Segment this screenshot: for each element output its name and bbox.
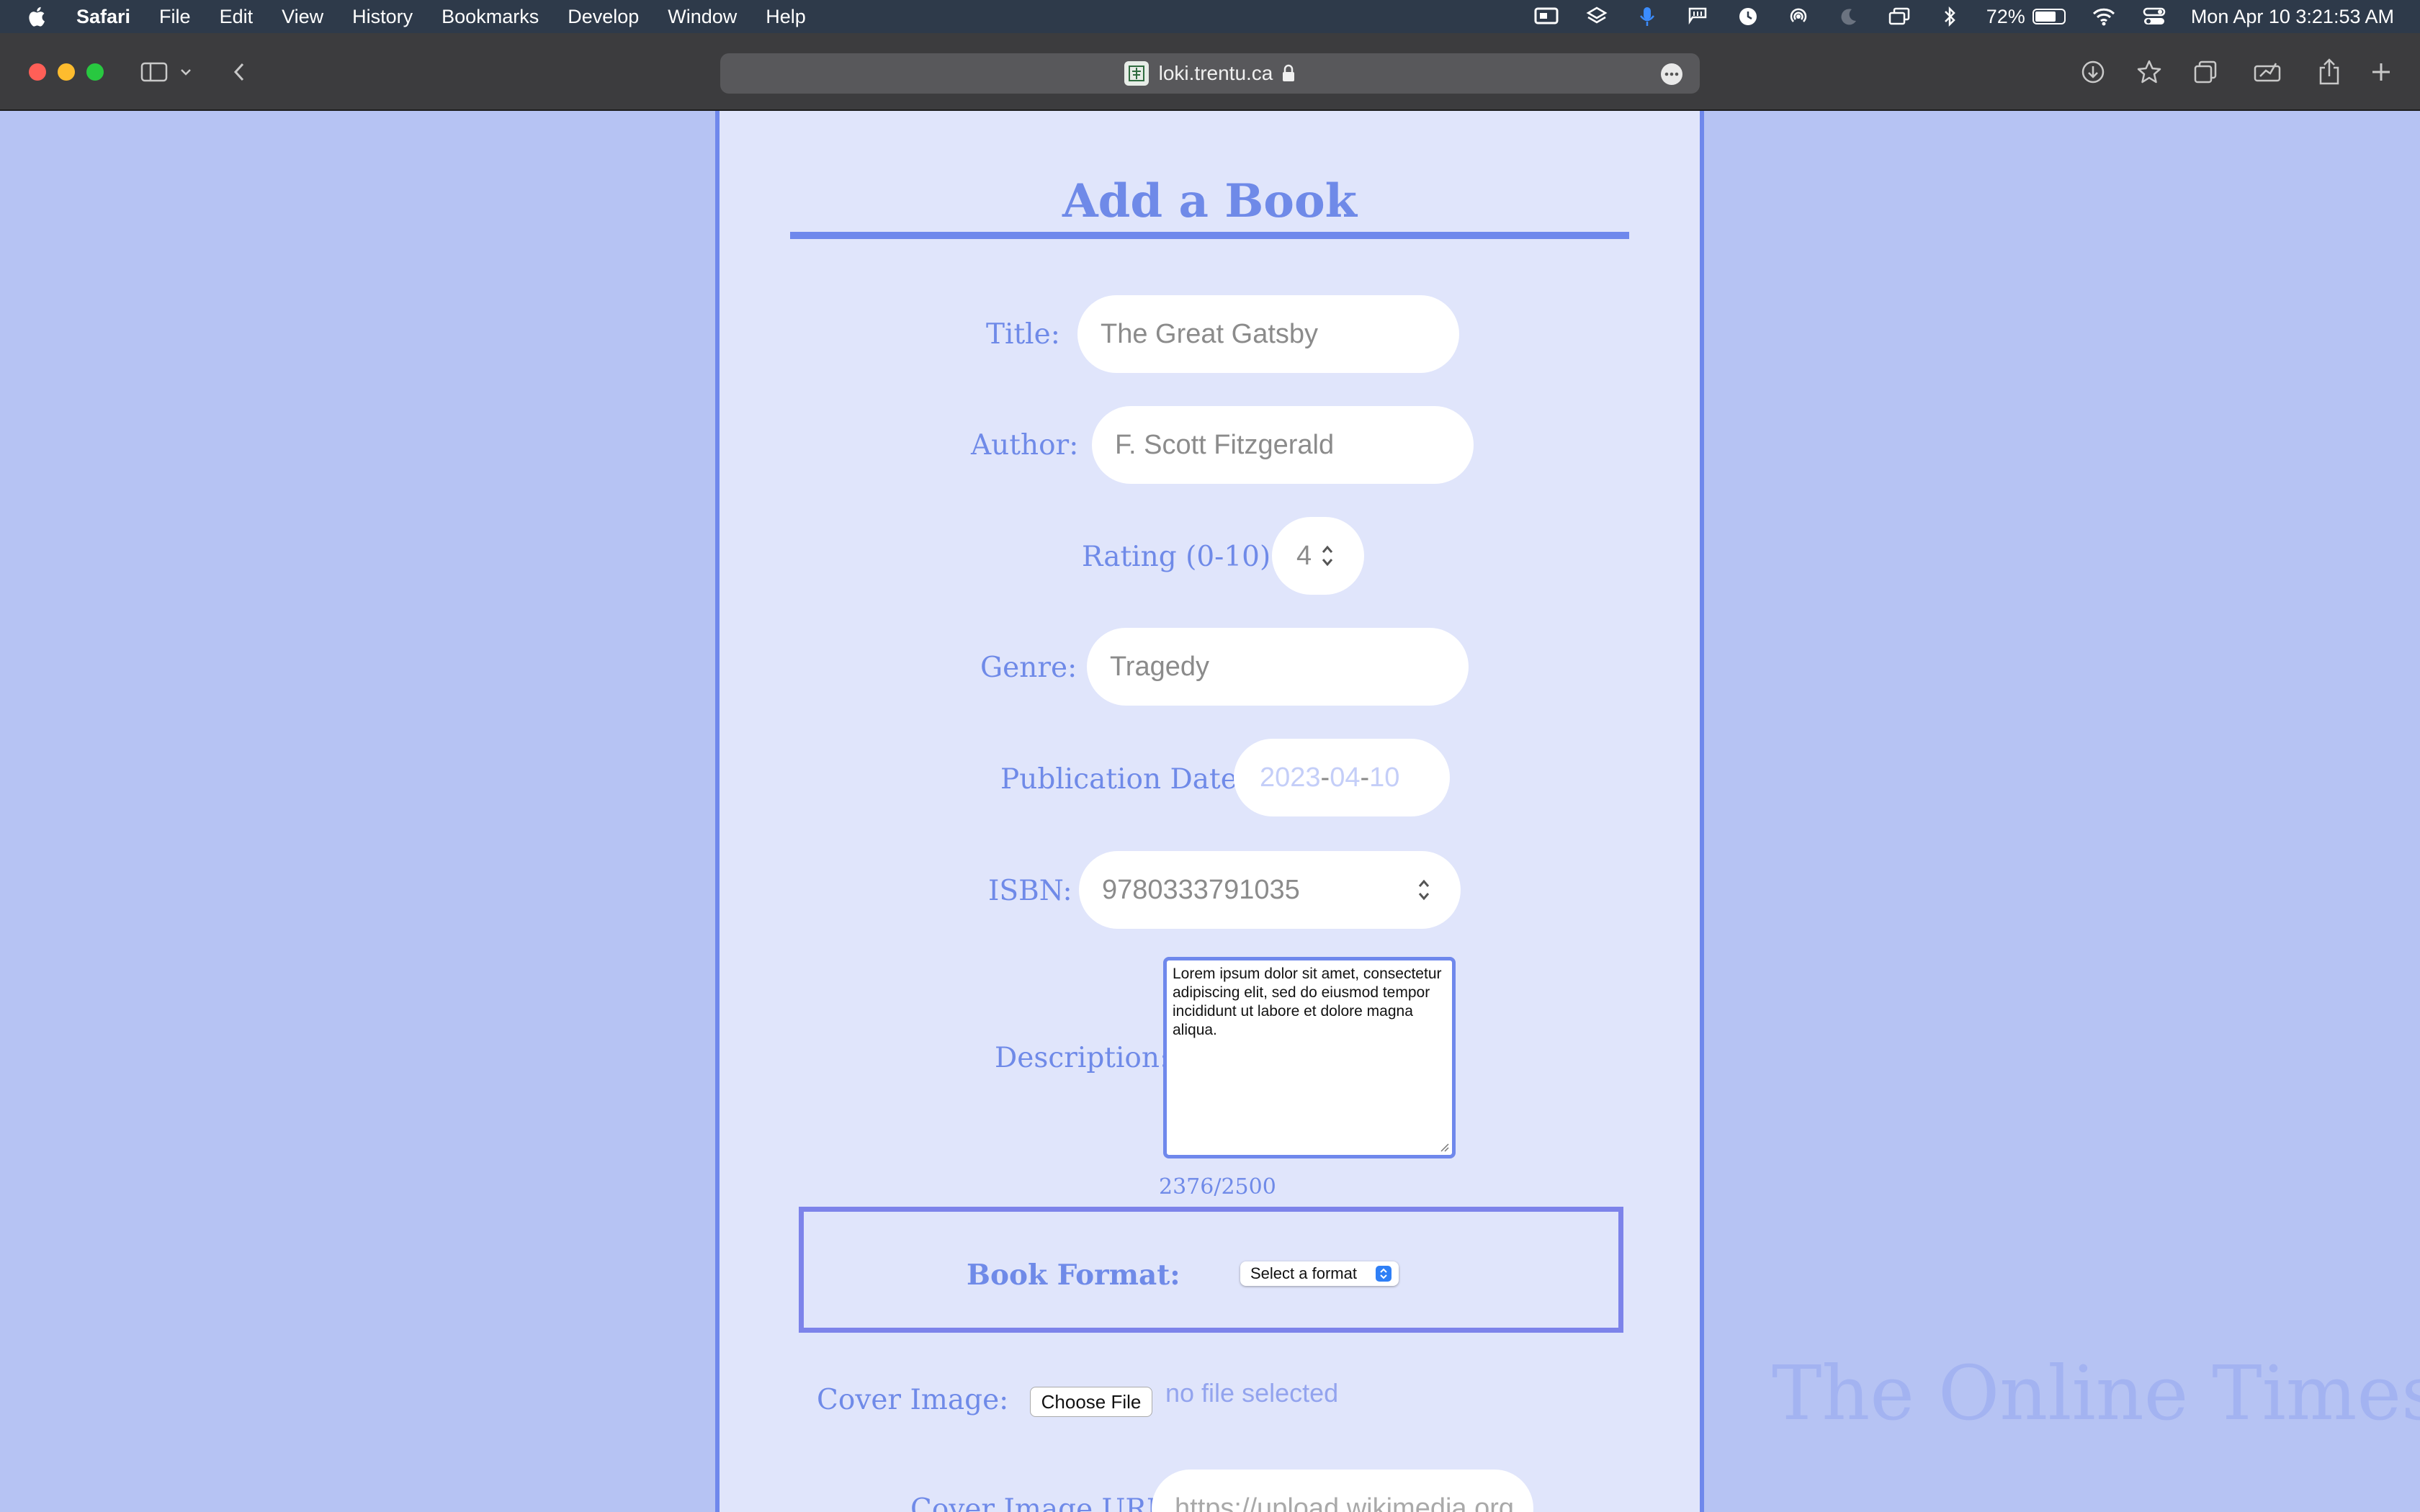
page-content: Add a Book Title: The Great Gatsby Autho… bbox=[0, 111, 2420, 1512]
apple-icon[interactable] bbox=[27, 5, 49, 28]
date-separator: - bbox=[1360, 762, 1370, 793]
new-tab-icon[interactable] bbox=[2365, 56, 2397, 88]
rating-input-value: 4 bbox=[1296, 540, 1312, 571]
star-icon[interactable] bbox=[2133, 56, 2165, 88]
book-format-section bbox=[799, 1207, 1623, 1333]
form-panel: Add a Book Title: The Great Gatsby Autho… bbox=[715, 111, 1704, 1512]
isbn-input-value: 9780333791035 bbox=[1102, 874, 1300, 905]
menu-file[interactable]: File bbox=[159, 6, 191, 28]
chevron-down-icon[interactable] bbox=[177, 56, 194, 88]
page-title: Add a Book bbox=[1062, 174, 1357, 228]
rating-label: Rating (0-10): bbox=[1082, 541, 1281, 573]
sidebar-icon[interactable] bbox=[138, 56, 170, 88]
menu-clock[interactable]: Mon Apr 10 3:21:53 AM bbox=[2191, 6, 2394, 28]
layers-icon[interactable] bbox=[1585, 6, 1609, 27]
cover-image-label: Cover Image: bbox=[817, 1384, 1009, 1416]
reader-icon[interactable] bbox=[2251, 56, 2283, 88]
rating-stepper-icon[interactable] bbox=[1319, 541, 1335, 570]
cover-image-url-input[interactable]: https://upload.wikimedia.org bbox=[1152, 1470, 1533, 1512]
wifi-icon[interactable] bbox=[2092, 6, 2116, 27]
title-label: Title: bbox=[986, 318, 1060, 351]
menu-window[interactable]: Window bbox=[668, 6, 737, 28]
pubdate-year[interactable]: 2023 bbox=[1260, 762, 1321, 793]
cover-image-url-label: Cover Image URL: bbox=[910, 1493, 1175, 1512]
book-format-selected: Select a format bbox=[1250, 1264, 1357, 1282]
publication-date-input[interactable]: 2023 - 04 - 10 bbox=[1234, 739, 1450, 816]
author-label: Author: bbox=[971, 429, 1079, 462]
isbn-label: ISBN: bbox=[988, 875, 1072, 907]
description-label: Description: bbox=[995, 1042, 1170, 1074]
author-input-value: F. Scott Fitzgerald bbox=[1115, 429, 1335, 460]
tabs-icon[interactable] bbox=[2190, 56, 2221, 88]
bluetooth-icon[interactable] bbox=[1937, 6, 1962, 27]
isbn-stepper-icon[interactable] bbox=[1416, 876, 1432, 904]
microphone-icon[interactable] bbox=[1635, 6, 1659, 27]
title-input-value: The Great Gatsby bbox=[1101, 318, 1319, 349]
flag-icon[interactable] bbox=[1685, 6, 1710, 27]
clock-icon[interactable] bbox=[1736, 6, 1760, 27]
windows-icon[interactable] bbox=[1887, 6, 1912, 27]
pubdate-day[interactable]: 10 bbox=[1369, 762, 1399, 793]
battery-icon[interactable] bbox=[2032, 9, 2066, 24]
book-format-select[interactable]: Select a format bbox=[1240, 1261, 1399, 1286]
browser-toolbar: loki.trentu.ca bbox=[0, 33, 2420, 111]
menu-view[interactable]: View bbox=[282, 6, 323, 28]
menu-bar: Safari File Edit View History Bookmarks … bbox=[0, 0, 2420, 33]
control-center-icon[interactable] bbox=[2142, 6, 2166, 27]
genre-input[interactable]: Tragedy bbox=[1087, 628, 1469, 706]
download-icon[interactable] bbox=[2077, 56, 2109, 88]
title-underline bbox=[790, 232, 1629, 239]
no-file-status: no file selected bbox=[1165, 1378, 1339, 1408]
pubdate-month[interactable]: 04 bbox=[1330, 762, 1360, 793]
screen-mirror-icon[interactable] bbox=[1534, 6, 1559, 27]
menu-history[interactable]: History bbox=[352, 6, 413, 28]
menu-safari[interactable]: Safari bbox=[76, 6, 130, 28]
site-favicon bbox=[1124, 61, 1149, 86]
menu-edit[interactable]: Edit bbox=[220, 6, 254, 28]
isbn-input[interactable]: 9780333791035 bbox=[1079, 851, 1461, 929]
description-text: Lorem ipsum dolor sit amet, consectetur … bbox=[1173, 966, 1442, 1038]
minimize-window-button[interactable] bbox=[58, 63, 75, 81]
date-separator: - bbox=[1320, 762, 1330, 793]
url-text[interactable]: loki.trentu.ca bbox=[1159, 62, 1273, 85]
title-input[interactable]: The Great Gatsby bbox=[1077, 295, 1459, 373]
more-options-icon[interactable] bbox=[1661, 63, 1682, 85]
airdrop-icon[interactable] bbox=[1786, 6, 1811, 27]
back-icon[interactable] bbox=[223, 56, 255, 88]
choose-file-button[interactable]: Choose File bbox=[1030, 1387, 1152, 1417]
zoom-window-button[interactable] bbox=[86, 63, 104, 81]
battery-percent: 72% bbox=[1986, 5, 2025, 27]
genre-input-value: Tragedy bbox=[1110, 651, 1209, 682]
genre-label: Genre: bbox=[980, 652, 1077, 684]
address-bar[interactable]: loki.trentu.ca bbox=[720, 53, 1700, 94]
share-icon[interactable] bbox=[2313, 56, 2345, 88]
cover-image-url-placeholder: https://upload.wikimedia.org bbox=[1175, 1493, 1515, 1512]
site-watermark: The Online Times bbox=[1772, 1349, 2420, 1437]
description-textarea[interactable]: Lorem ipsum dolor sit amet, consectetur … bbox=[1163, 957, 1456, 1158]
author-input[interactable]: F. Scott Fitzgerald bbox=[1092, 406, 1474, 484]
lock-icon bbox=[1281, 64, 1296, 83]
publication-date-label: Publication Date: bbox=[1000, 763, 1247, 796]
rating-input[interactable]: 4 bbox=[1272, 517, 1364, 595]
menu-develop[interactable]: Develop bbox=[568, 6, 639, 28]
moon-icon[interactable] bbox=[1837, 6, 1861, 27]
close-window-button[interactable] bbox=[29, 63, 46, 81]
menu-help[interactable]: Help bbox=[766, 6, 806, 28]
select-arrows-icon bbox=[1376, 1266, 1392, 1282]
character-counter: 2376/2500 bbox=[1159, 1174, 1276, 1200]
resize-grip-icon[interactable] bbox=[1439, 1142, 1449, 1152]
book-format-label: Book Format: bbox=[967, 1259, 1180, 1292]
menu-bookmarks[interactable]: Bookmarks bbox=[442, 6, 539, 28]
